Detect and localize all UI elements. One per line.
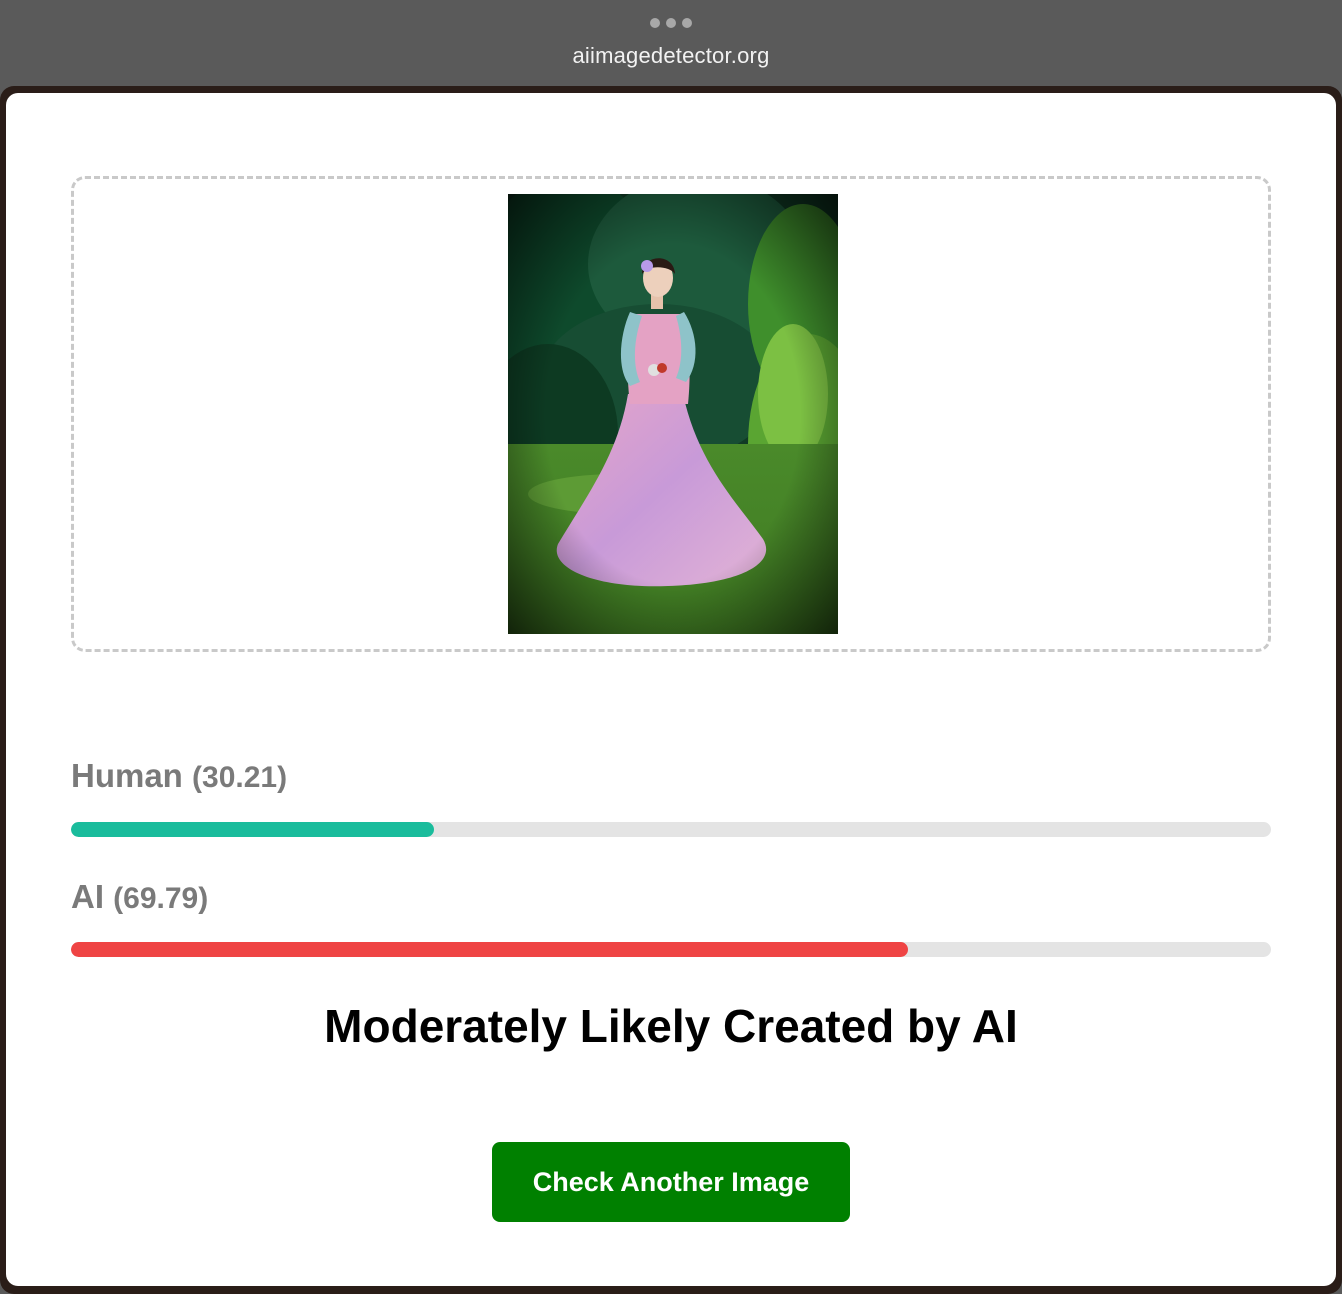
verdict-heading: Moderately Likely Created by AI xyxy=(324,1000,1018,1052)
human-progress-bar xyxy=(71,822,1271,837)
ai-progress-fill xyxy=(71,942,909,957)
ai-score-label: AI (69.79) xyxy=(71,878,208,916)
browser-frame: Human (30.21) AI (69.79) Moderately Like… xyxy=(0,86,1342,1294)
uploaded-photo xyxy=(508,194,838,634)
ai-label-text: AI xyxy=(71,878,104,915)
check-another-image-button[interactable]: Check Another Image xyxy=(492,1142,850,1222)
browser-top-bar: aiimagedetector.org xyxy=(0,0,1342,86)
human-label-text: Human xyxy=(71,757,183,794)
ai-score-value: (69.79) xyxy=(113,882,209,915)
result-card: Human (30.21) AI (69.79) Moderately Like… xyxy=(6,93,1336,1286)
image-dropzone[interactable] xyxy=(71,176,1271,652)
human-score-value: (30.21) xyxy=(192,761,288,794)
human-score-label: Human (30.21) xyxy=(71,757,287,795)
ai-progress-bar xyxy=(71,942,1271,957)
human-progress-fill xyxy=(71,822,434,837)
more-options-icon[interactable] xyxy=(0,18,1342,30)
address-bar-url[interactable]: aiimagedetector.org xyxy=(0,43,1342,69)
